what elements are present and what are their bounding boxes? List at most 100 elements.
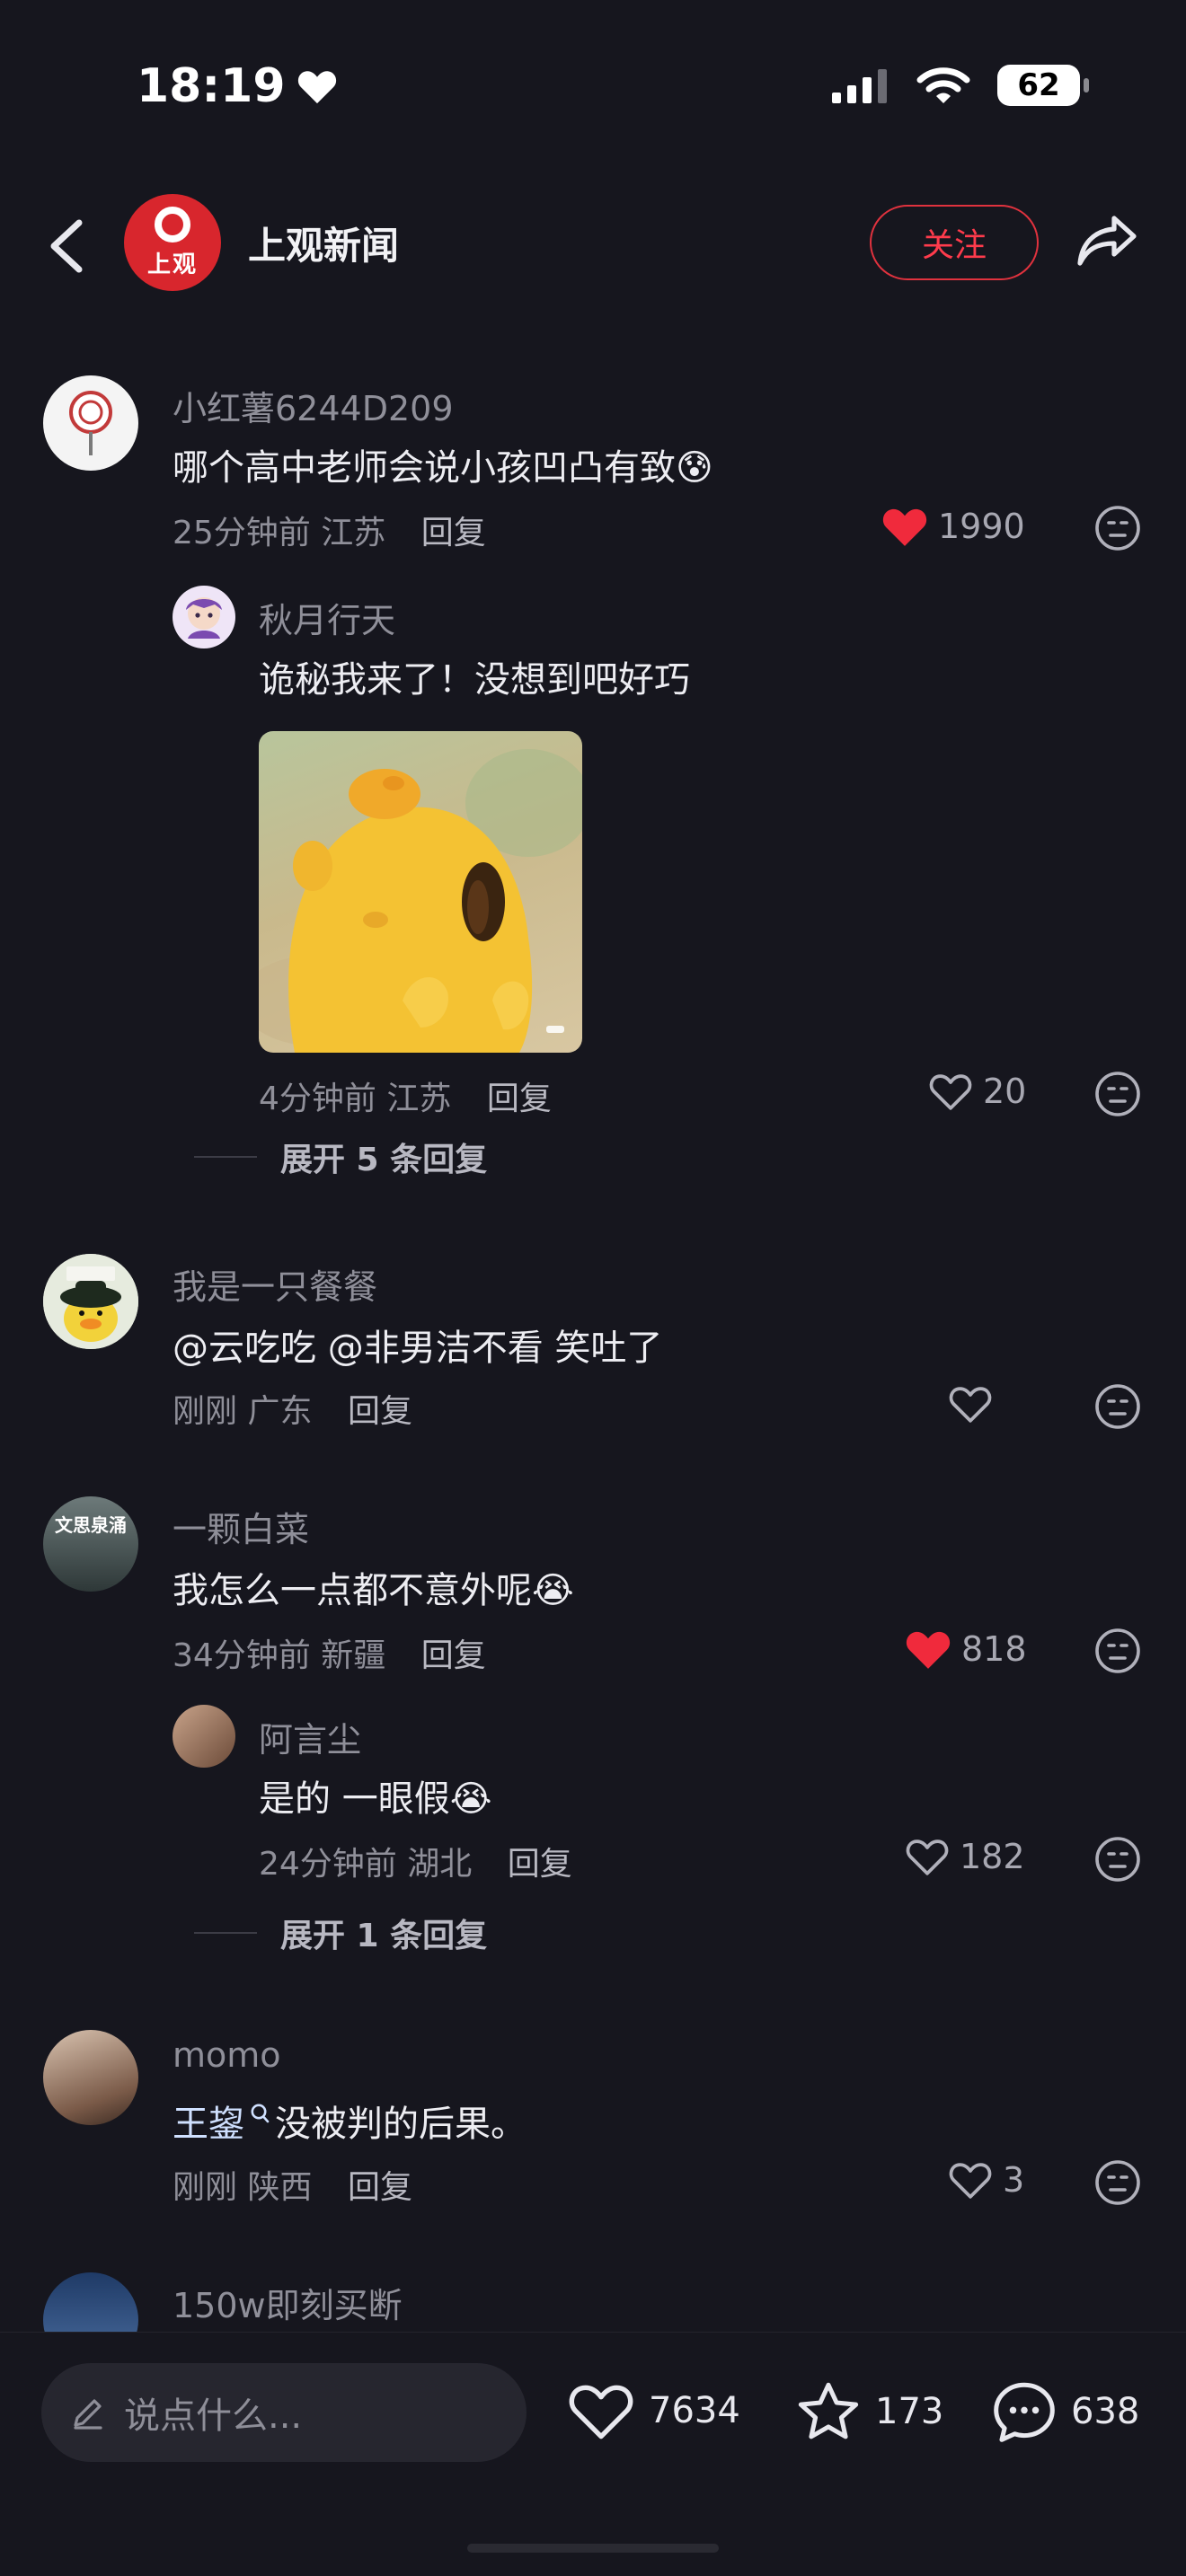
avatar[interactable]: 文思泉涌 — [43, 1496, 138, 1592]
reply-text-body: 是的 一眼假 — [259, 1778, 450, 1820]
face-icon[interactable] — [1094, 1071, 1141, 1117]
comment-total: 638 — [1071, 2391, 1140, 2432]
face-icon[interactable] — [1094, 2159, 1141, 2206]
comment-meta: 刚刚 广东 回复 — [173, 1385, 412, 1432]
face-icon[interactable] — [1094, 1836, 1141, 1883]
comment-username[interactable]: 一颗白菜 — [173, 1502, 309, 1551]
expand-replies-button[interactable]: 展开 5 条回复 — [194, 1134, 487, 1180]
comment-username[interactable]: 150w即刻买断 — [173, 2278, 403, 2327]
account-name[interactable]: 上观新闻 — [248, 216, 399, 270]
expand-replies-button[interactable]: 展开 1 条回复 — [194, 1910, 487, 1956]
follow-button[interactable]: 关注 — [870, 205, 1039, 280]
comment-text-body: 我怎么一点都不意外呢 — [173, 1570, 532, 1611]
status-indicators: 62 — [832, 65, 1089, 106]
like-count[interactable]: 182 — [904, 1836, 1025, 1877]
reply-meta: 4分钟前 江苏 回复 — [259, 1072, 552, 1119]
avatar[interactable] — [43, 375, 138, 471]
back-arrow-icon[interactable] — [43, 219, 90, 273]
chat-icon — [994, 2382, 1055, 2442]
comment-text: 王鋆 没被判的后果。 — [173, 2095, 527, 2147]
reply-button[interactable]: 回复 — [508, 1846, 572, 1883]
reply-time: 24分钟前 — [259, 1846, 397, 1883]
favorite-button[interactable]: 173 — [794, 2379, 943, 2444]
reply-text: 诡秘我来了！没想到吧好巧 — [259, 659, 690, 701]
reply-button[interactable]: 回复 — [421, 1637, 486, 1674]
like-number: 3 — [1003, 2160, 1025, 2200]
pencil-icon — [74, 2399, 102, 2430]
like-number: 182 — [960, 1837, 1025, 1876]
account-avatar[interactable]: 上观 — [124, 194, 221, 291]
comment-username[interactable]: 我是一只餐餐 — [173, 1259, 377, 1309]
time-text: 18:19 — [137, 59, 286, 113]
avatar[interactable] — [173, 1705, 235, 1768]
expand-label: 展开 5 条回复 — [280, 1142, 488, 1178]
like-count[interactable]: 1990 — [881, 505, 1025, 548]
reply-button[interactable]: 回复 — [348, 1393, 412, 1430]
like-count[interactable] — [947, 1383, 994, 1425]
comment-input[interactable]: 说点什么... — [41, 2363, 527, 2462]
heart-outline-icon — [949, 1387, 992, 1423]
like-number: 1990 — [938, 507, 1025, 546]
like-number: 818 — [961, 1629, 1027, 1669]
status-time: 18:19 — [137, 59, 338, 113]
emoji: 😭 — [532, 1570, 574, 1611]
battery-level: 62 — [1017, 67, 1060, 103]
signal-icon — [832, 69, 887, 103]
like-number: 20 — [983, 1072, 1027, 1111]
divider — [194, 1932, 257, 1934]
logo-mark — [155, 206, 190, 243]
like-total: 7634 — [649, 2390, 740, 2431]
comment-username[interactable]: momo — [173, 2035, 281, 2075]
reply-meta: 24分钟前 湖北 回复 — [259, 1838, 572, 1884]
comment-text: 我怎么一点都不意外呢😭 — [173, 1561, 574, 1613]
avatar[interactable] — [173, 586, 235, 648]
comment-text: 哪个高中老师会说小孩凹凸有致😰 — [173, 438, 713, 490]
reply-button[interactable]: 回复 — [487, 1081, 552, 1117]
duck-avatar-icon — [43, 1254, 138, 1349]
face-icon[interactable] — [1094, 1383, 1141, 1430]
comment-time: 刚刚 — [173, 1393, 238, 1430]
heart-outline-icon — [949, 2163, 992, 2199]
search-icon[interactable] — [250, 2103, 270, 2126]
comment-text-keyword[interactable]: 王鋆 — [173, 2095, 244, 2147]
comment-location: 陕西 — [247, 2169, 313, 2206]
comment-meta: 刚刚 陕西 回复 — [173, 2161, 412, 2208]
comment-location: 广东 — [247, 1393, 313, 1430]
reply-username[interactable]: 阿言尘 — [259, 1712, 361, 1761]
wifi-icon — [916, 67, 970, 103]
avatar-text: 文思泉涌 — [55, 1514, 127, 1536]
share-icon[interactable] — [1075, 212, 1139, 271]
avatar[interactable] — [43, 2030, 138, 2125]
heart-outline-icon — [906, 1839, 949, 1875]
comment-location: 新疆 — [321, 1637, 386, 1674]
cartoon-avatar-icon — [186, 597, 222, 639]
divider — [194, 1156, 257, 1158]
reply-button[interactable]: 回复 — [348, 2169, 412, 2206]
reply-button[interactable]: 回复 — [421, 515, 486, 551]
avatar[interactable] — [43, 1254, 138, 1349]
face-icon[interactable] — [1094, 1628, 1141, 1674]
emoji: 😰 — [676, 447, 713, 489]
comment-meta: 34分钟前 新疆 回复 — [173, 1629, 486, 1676]
like-count[interactable]: 818 — [904, 1628, 1027, 1671]
like-count[interactable]: 3 — [947, 2159, 1024, 2201]
heart-outline-icon — [929, 1074, 972, 1110]
logo-text: 上观 — [146, 251, 198, 278]
favorite-total: 173 — [875, 2391, 944, 2432]
comment-meta: 25分钟前 江苏 回复 — [173, 507, 486, 553]
reply-text: 是的 一眼假😭 — [259, 1769, 491, 1822]
comment-time: 25分钟前 — [173, 515, 311, 551]
face-icon[interactable] — [1094, 505, 1141, 551]
heart-outline-icon — [569, 2385, 633, 2439]
like-button[interactable]: 7634 — [566, 2379, 740, 2442]
star-icon — [798, 2382, 859, 2439]
like-count[interactable]: 20 — [927, 1071, 1026, 1112]
comment-button[interactable]: 638 — [990, 2379, 1139, 2444]
input-placeholder: 说点什么... — [124, 2395, 303, 2437]
bottom-action-bar: 说点什么... 7634 173 638 — [0, 2332, 1186, 2576]
comment-username[interactable]: 小红薯6244D209 — [173, 381, 454, 430]
header-bar: 上观 上观新闻 关注 — [0, 189, 1186, 296]
reply-username[interactable]: 秋月行天 — [259, 593, 395, 642]
home-indicator[interactable] — [467, 2544, 719, 2553]
reply-image[interactable] — [259, 731, 582, 1053]
